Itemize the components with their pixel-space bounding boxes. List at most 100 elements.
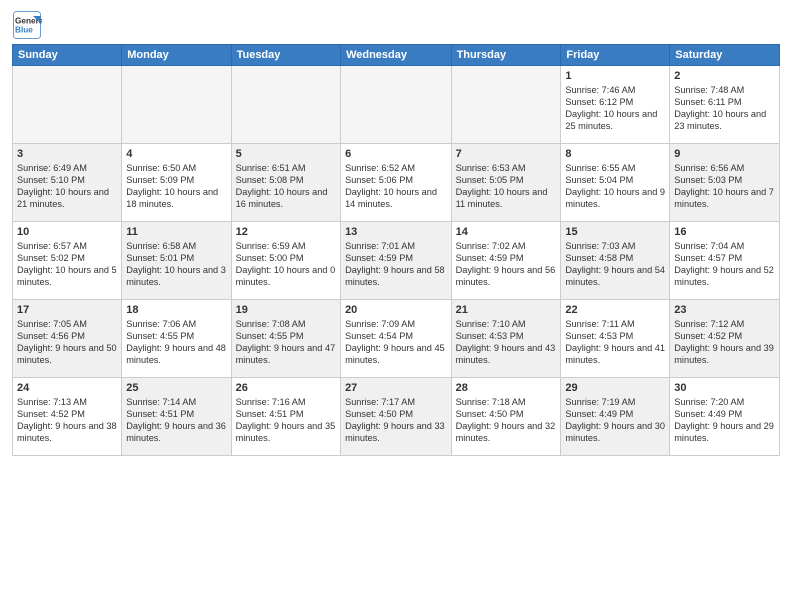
weekday-header-saturday: Saturday — [670, 45, 780, 66]
calendar-cell: 10Sunrise: 6:57 AM Sunset: 5:02 PM Dayli… — [13, 222, 122, 300]
calendar-week-3: 10Sunrise: 6:57 AM Sunset: 5:02 PM Dayli… — [13, 222, 780, 300]
weekday-header-monday: Monday — [122, 45, 231, 66]
day-number: 8 — [565, 147, 665, 162]
weekday-header-thursday: Thursday — [451, 45, 561, 66]
calendar-week-2: 3Sunrise: 6:49 AM Sunset: 5:10 PM Daylig… — [13, 144, 780, 222]
day-number: 4 — [126, 147, 226, 162]
day-number: 18 — [126, 303, 226, 318]
day-number: 16 — [674, 225, 775, 240]
calendar-cell: 11Sunrise: 6:58 AM Sunset: 5:01 PM Dayli… — [122, 222, 231, 300]
calendar-header-row: SundayMondayTuesdayWednesdayThursdayFrid… — [13, 45, 780, 66]
cell-info: Sunrise: 6:49 AM Sunset: 5:10 PM Dayligh… — [17, 163, 117, 211]
calendar-cell: 12Sunrise: 6:59 AM Sunset: 5:00 PM Dayli… — [231, 222, 340, 300]
day-number: 14 — [456, 225, 557, 240]
calendar-week-5: 24Sunrise: 7:13 AM Sunset: 4:52 PM Dayli… — [13, 378, 780, 456]
day-number: 5 — [236, 147, 336, 162]
cell-info: Sunrise: 6:58 AM Sunset: 5:01 PM Dayligh… — [126, 241, 226, 289]
cell-info: Sunrise: 7:17 AM Sunset: 4:50 PM Dayligh… — [345, 397, 447, 445]
calendar-cell: 24Sunrise: 7:13 AM Sunset: 4:52 PM Dayli… — [13, 378, 122, 456]
day-number: 3 — [17, 147, 117, 162]
calendar-week-1: 1Sunrise: 7:46 AM Sunset: 6:12 PM Daylig… — [13, 66, 780, 144]
day-number: 27 — [345, 381, 447, 396]
cell-info: Sunrise: 7:04 AM Sunset: 4:57 PM Dayligh… — [674, 241, 775, 289]
calendar-cell: 21Sunrise: 7:10 AM Sunset: 4:53 PM Dayli… — [451, 300, 561, 378]
logo-icon: General Blue — [12, 10, 42, 40]
day-number: 30 — [674, 381, 775, 396]
weekday-header-wednesday: Wednesday — [341, 45, 452, 66]
calendar-table: SundayMondayTuesdayWednesdayThursdayFrid… — [12, 44, 780, 456]
cell-info: Sunrise: 7:08 AM Sunset: 4:55 PM Dayligh… — [236, 319, 336, 367]
cell-info: Sunrise: 6:52 AM Sunset: 5:06 PM Dayligh… — [345, 163, 447, 211]
cell-info: Sunrise: 6:56 AM Sunset: 5:03 PM Dayligh… — [674, 163, 775, 211]
day-number: 24 — [17, 381, 117, 396]
cell-info: Sunrise: 7:06 AM Sunset: 4:55 PM Dayligh… — [126, 319, 226, 367]
cell-info: Sunrise: 6:53 AM Sunset: 5:05 PM Dayligh… — [456, 163, 557, 211]
day-number: 28 — [456, 381, 557, 396]
cell-info: Sunrise: 7:11 AM Sunset: 4:53 PM Dayligh… — [565, 319, 665, 367]
day-number: 25 — [126, 381, 226, 396]
day-number: 22 — [565, 303, 665, 318]
calendar-cell: 4Sunrise: 6:50 AM Sunset: 5:09 PM Daylig… — [122, 144, 231, 222]
day-number: 1 — [565, 69, 665, 84]
day-number: 2 — [674, 69, 775, 84]
calendar-cell — [13, 66, 122, 144]
header: General Blue — [12, 10, 780, 40]
calendar-cell: 26Sunrise: 7:16 AM Sunset: 4:51 PM Dayli… — [231, 378, 340, 456]
day-number: 6 — [345, 147, 447, 162]
cell-info: Sunrise: 7:14 AM Sunset: 4:51 PM Dayligh… — [126, 397, 226, 445]
calendar-cell — [341, 66, 452, 144]
cell-info: Sunrise: 6:51 AM Sunset: 5:08 PM Dayligh… — [236, 163, 336, 211]
cell-info: Sunrise: 7:16 AM Sunset: 4:51 PM Dayligh… — [236, 397, 336, 445]
calendar-cell: 8Sunrise: 6:55 AM Sunset: 5:04 PM Daylig… — [561, 144, 670, 222]
calendar-cell: 13Sunrise: 7:01 AM Sunset: 4:59 PM Dayli… — [341, 222, 452, 300]
cell-info: Sunrise: 7:09 AM Sunset: 4:54 PM Dayligh… — [345, 319, 447, 367]
calendar-cell: 17Sunrise: 7:05 AM Sunset: 4:56 PM Dayli… — [13, 300, 122, 378]
day-number: 9 — [674, 147, 775, 162]
calendar-cell: 28Sunrise: 7:18 AM Sunset: 4:50 PM Dayli… — [451, 378, 561, 456]
calendar-week-4: 17Sunrise: 7:05 AM Sunset: 4:56 PM Dayli… — [13, 300, 780, 378]
day-number: 21 — [456, 303, 557, 318]
day-number: 11 — [126, 225, 226, 240]
calendar-cell: 1Sunrise: 7:46 AM Sunset: 6:12 PM Daylig… — [561, 66, 670, 144]
cell-info: Sunrise: 7:19 AM Sunset: 4:49 PM Dayligh… — [565, 397, 665, 445]
calendar-cell: 2Sunrise: 7:48 AM Sunset: 6:11 PM Daylig… — [670, 66, 780, 144]
calendar-cell: 6Sunrise: 6:52 AM Sunset: 5:06 PM Daylig… — [341, 144, 452, 222]
cell-info: Sunrise: 6:59 AM Sunset: 5:00 PM Dayligh… — [236, 241, 336, 289]
calendar-cell: 27Sunrise: 7:17 AM Sunset: 4:50 PM Dayli… — [341, 378, 452, 456]
calendar-cell: 16Sunrise: 7:04 AM Sunset: 4:57 PM Dayli… — [670, 222, 780, 300]
day-number: 7 — [456, 147, 557, 162]
weekday-header-sunday: Sunday — [13, 45, 122, 66]
cell-info: Sunrise: 7:01 AM Sunset: 4:59 PM Dayligh… — [345, 241, 447, 289]
cell-info: Sunrise: 7:12 AM Sunset: 4:52 PM Dayligh… — [674, 319, 775, 367]
weekday-header-tuesday: Tuesday — [231, 45, 340, 66]
day-number: 26 — [236, 381, 336, 396]
calendar-cell: 20Sunrise: 7:09 AM Sunset: 4:54 PM Dayli… — [341, 300, 452, 378]
calendar-cell: 7Sunrise: 6:53 AM Sunset: 5:05 PM Daylig… — [451, 144, 561, 222]
calendar-cell: 18Sunrise: 7:06 AM Sunset: 4:55 PM Dayli… — [122, 300, 231, 378]
cell-info: Sunrise: 6:55 AM Sunset: 5:04 PM Dayligh… — [565, 163, 665, 211]
cell-info: Sunrise: 6:50 AM Sunset: 5:09 PM Dayligh… — [126, 163, 226, 211]
calendar-cell: 3Sunrise: 6:49 AM Sunset: 5:10 PM Daylig… — [13, 144, 122, 222]
cell-info: Sunrise: 6:57 AM Sunset: 5:02 PM Dayligh… — [17, 241, 117, 289]
cell-info: Sunrise: 7:03 AM Sunset: 4:58 PM Dayligh… — [565, 241, 665, 289]
calendar-cell — [122, 66, 231, 144]
day-number: 23 — [674, 303, 775, 318]
day-number: 19 — [236, 303, 336, 318]
cell-info: Sunrise: 7:48 AM Sunset: 6:11 PM Dayligh… — [674, 85, 775, 133]
svg-text:Blue: Blue — [15, 26, 33, 35]
calendar-cell: 14Sunrise: 7:02 AM Sunset: 4:59 PM Dayli… — [451, 222, 561, 300]
day-number: 12 — [236, 225, 336, 240]
cell-info: Sunrise: 7:46 AM Sunset: 6:12 PM Dayligh… — [565, 85, 665, 133]
cell-info: Sunrise: 7:02 AM Sunset: 4:59 PM Dayligh… — [456, 241, 557, 289]
calendar-cell: 19Sunrise: 7:08 AM Sunset: 4:55 PM Dayli… — [231, 300, 340, 378]
logo: General Blue — [12, 10, 46, 40]
day-number: 20 — [345, 303, 447, 318]
day-number: 10 — [17, 225, 117, 240]
cell-info: Sunrise: 7:20 AM Sunset: 4:49 PM Dayligh… — [674, 397, 775, 445]
calendar-cell — [451, 66, 561, 144]
calendar-cell: 5Sunrise: 6:51 AM Sunset: 5:08 PM Daylig… — [231, 144, 340, 222]
calendar-cell: 23Sunrise: 7:12 AM Sunset: 4:52 PM Dayli… — [670, 300, 780, 378]
cell-info: Sunrise: 7:13 AM Sunset: 4:52 PM Dayligh… — [17, 397, 117, 445]
calendar-cell: 25Sunrise: 7:14 AM Sunset: 4:51 PM Dayli… — [122, 378, 231, 456]
cell-info: Sunrise: 7:18 AM Sunset: 4:50 PM Dayligh… — [456, 397, 557, 445]
